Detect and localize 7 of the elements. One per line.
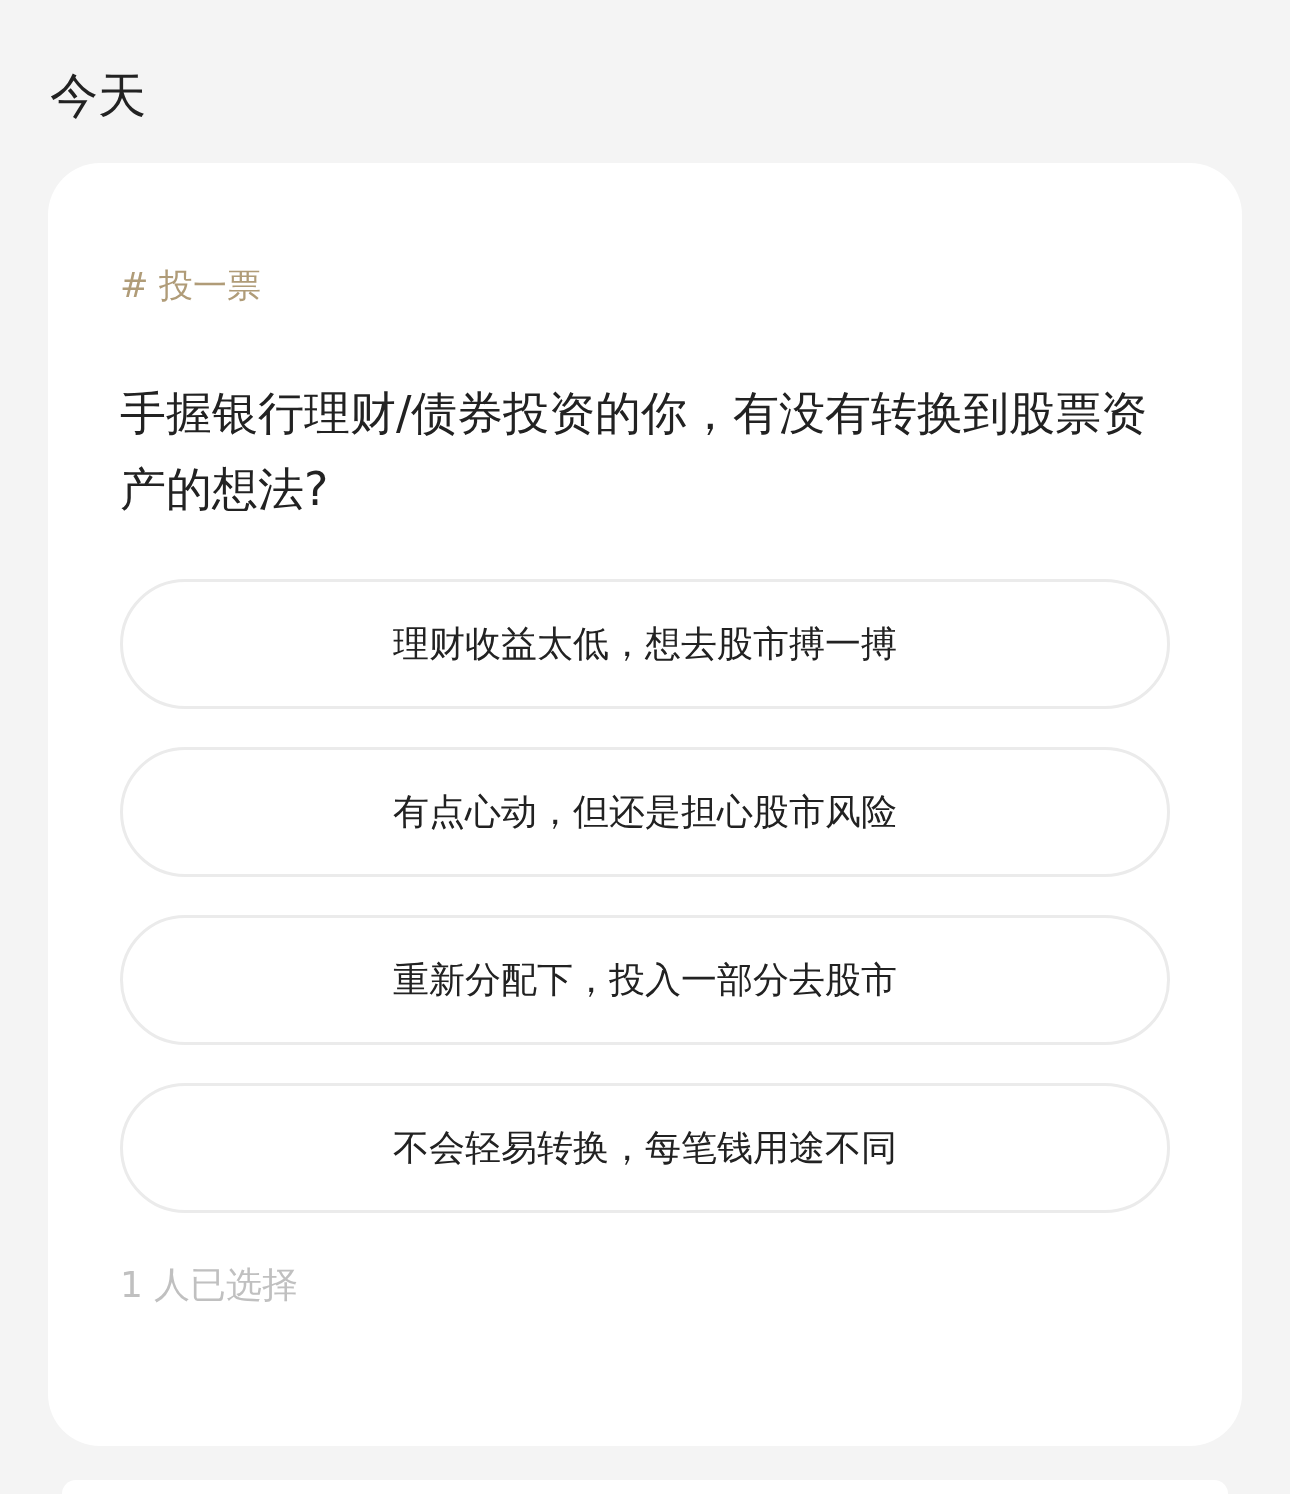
poll-option[interactable]: 重新分配下，投入一部分去股市: [120, 915, 1170, 1045]
poll-option[interactable]: 不会轻易转换，每笔钱用途不同: [120, 1083, 1170, 1213]
participant-count: 1 人已选择: [120, 1263, 299, 1307]
poll-option[interactable]: 有点心动，但还是担心股市风险: [120, 747, 1170, 877]
section-title: 今天: [50, 66, 146, 125]
poll-option[interactable]: 理财收益太低，想去股市搏一搏: [120, 579, 1170, 709]
poll-question: 手握银行理财/债券投资的你，有没有转换到股票资产的想法?: [120, 385, 1149, 518]
